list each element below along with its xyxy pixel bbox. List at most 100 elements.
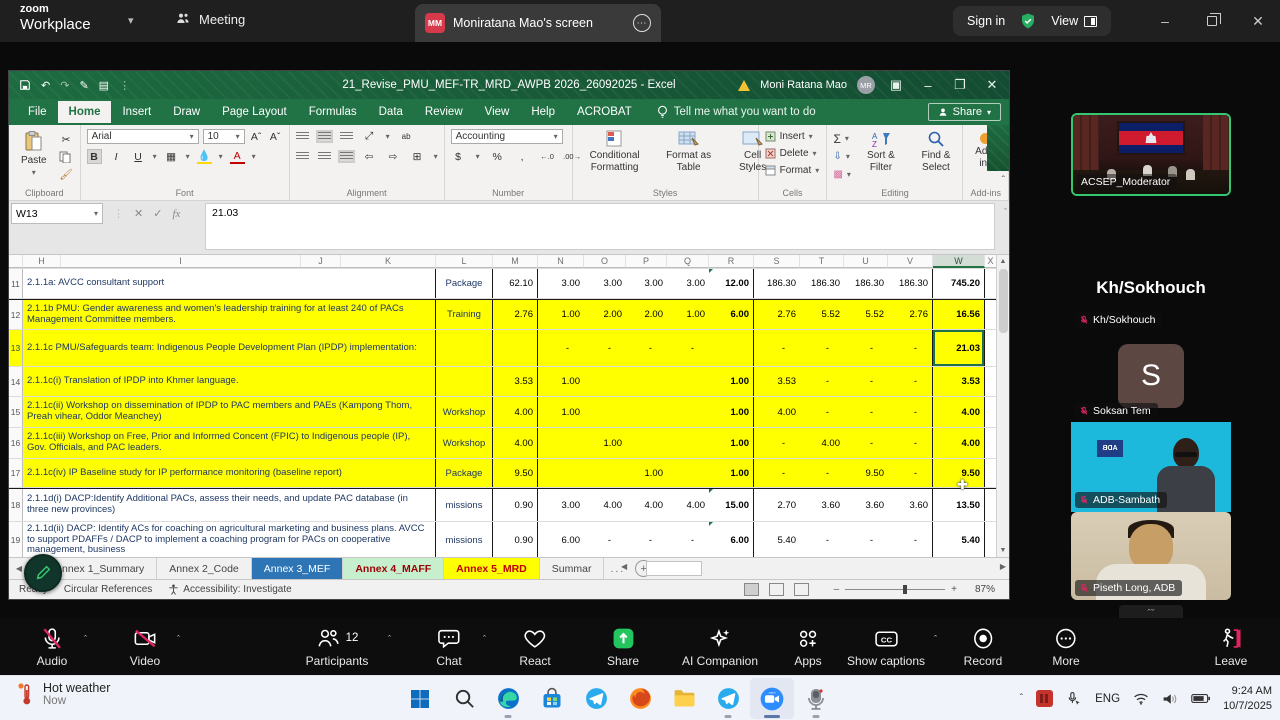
cell-C318[interactable]: 4.00: [626, 489, 667, 521]
cell-C416[interactable]: [667, 428, 709, 458]
cell-W13[interactable]: 21.03: [933, 330, 985, 366]
cell-V18[interactable]: 3.60: [888, 489, 933, 521]
volume-icon[interactable]: [1162, 692, 1178, 706]
cell-UNIT14[interactable]: [436, 367, 493, 396]
align-left-icon[interactable]: [296, 152, 309, 161]
cell-C112[interactable]: 1.00: [538, 300, 584, 329]
cell-S16[interactable]: -: [754, 428, 800, 458]
cell-desc-18[interactable]: 2.1.1d(i) DACP:Identify Additional PACs,…: [23, 489, 436, 521]
cell-C118[interactable]: 3.00: [538, 489, 584, 521]
row-header-18[interactable]: 18: [9, 489, 23, 521]
align-middle-icon[interactable]: [318, 132, 331, 141]
column-header-R[interactable]: R: [709, 255, 754, 268]
tell-me-box[interactable]: Tell me what you want to do: [657, 105, 816, 119]
wifi-icon[interactable]: [1133, 692, 1149, 705]
cell-T18[interactable]: 3.60: [800, 489, 844, 521]
cell-desc-17[interactable]: 2.1.1c(iv) IP Baseline study for IP perf…: [23, 459, 436, 487]
formula-bar-collapse-icon[interactable]: ˆ: [1004, 207, 1007, 217]
row-header-13[interactable]: 13: [9, 330, 23, 366]
column-header-J[interactable]: J: [301, 255, 341, 268]
cell-C417[interactable]: [667, 459, 709, 487]
scroll-down-icon[interactable]: ▼: [997, 544, 1009, 557]
taskbar-icon-search[interactable]: [442, 678, 486, 719]
page-break-view-icon[interactable]: [794, 583, 809, 596]
row-header-11[interactable]: 11: [9, 269, 23, 298]
column-header-P[interactable]: P: [626, 255, 667, 268]
cell-M16[interactable]: 4.00: [493, 428, 538, 458]
column-header-W[interactable]: W: [933, 255, 985, 268]
column-header-N[interactable]: N: [538, 255, 584, 268]
cut-icon[interactable]: ✂: [59, 132, 74, 147]
formula-input[interactable]: 21.03: [205, 203, 995, 250]
number-format-select[interactable]: Accounting▾: [451, 129, 563, 144]
cell-C119[interactable]: 6.00: [538, 522, 584, 557]
cell-S15[interactable]: 4.00: [754, 397, 800, 427]
menu-tab-formulas[interactable]: Formulas: [298, 101, 368, 123]
insert-cells-button[interactable]: Insert▾: [765, 129, 813, 144]
cell-R11[interactable]: 12.00: [709, 269, 754, 298]
video-chevron-icon[interactable]: ˆ: [177, 634, 180, 644]
menu-tab-review[interactable]: Review: [414, 101, 474, 123]
cell-C411[interactable]: 3.00: [667, 269, 709, 298]
cell-C116[interactable]: [538, 428, 584, 458]
vertical-scrollbar[interactable]: ▲ ▼: [996, 255, 1009, 557]
language-indicator[interactable]: ENG: [1095, 693, 1120, 705]
cell-R14[interactable]: 1.00: [709, 367, 754, 396]
format-painter-icon[interactable]: 🖌: [59, 167, 74, 182]
status-accessibility[interactable]: Accessibility: Investigate: [168, 584, 291, 595]
column-header-M[interactable]: M: [493, 255, 538, 268]
row-header-17[interactable]: 17: [9, 459, 23, 487]
horizontal-scrollbar[interactable]: [646, 561, 702, 576]
cell-U17[interactable]: 9.50: [844, 459, 888, 487]
format-cells-button[interactable]: Format▾: [765, 163, 820, 178]
cell-R12[interactable]: 6.00: [709, 300, 754, 329]
font-color-icon[interactable]: A: [230, 149, 245, 164]
cell-U16[interactable]: -: [844, 428, 888, 458]
cell-C114[interactable]: 1.00: [538, 367, 584, 396]
cell-T16[interactable]: 4.00: [800, 428, 844, 458]
copy-icon[interactable]: [59, 151, 71, 163]
sign-in-button[interactable]: Sign in: [967, 14, 1005, 28]
cell-S11[interactable]: 186.30: [754, 269, 800, 298]
taskbar-icon-voice-recorder[interactable]: [794, 678, 838, 719]
select-all-corner[interactable]: [9, 255, 23, 268]
cell-V16[interactable]: -: [888, 428, 933, 458]
increase-indent-icon[interactable]: ⇨: [386, 149, 401, 164]
cell-C319[interactable]: -: [626, 522, 667, 557]
cell-C212[interactable]: 2.00: [584, 300, 626, 329]
sheet-tab-annex-2-code[interactable]: Annex 2_Code: [157, 558, 251, 579]
tray-mic-icon[interactable]: [1066, 691, 1082, 707]
cell-M17[interactable]: 9.50: [493, 459, 538, 487]
decrease-indent-icon[interactable]: ⇦: [362, 149, 377, 164]
scrollbar-thumb[interactable]: [999, 269, 1008, 333]
cell-V19[interactable]: -: [888, 522, 933, 557]
cell-T15[interactable]: -: [800, 397, 844, 427]
audio-button[interactable]: Audio: [37, 625, 68, 668]
column-header-Q[interactable]: Q: [667, 255, 709, 268]
security-shield-icon[interactable]: [1019, 12, 1037, 30]
column-header-T[interactable]: T: [800, 255, 844, 268]
leave-button[interactable]: Leave: [1215, 625, 1248, 668]
cell-T11[interactable]: 186.30: [800, 269, 844, 298]
borders-icon[interactable]: ▦: [164, 149, 179, 164]
cell-C115[interactable]: 1.00: [538, 397, 584, 427]
enter-icon[interactable]: ✓: [153, 207, 162, 220]
cell-C314[interactable]: [626, 367, 667, 396]
cell-U15[interactable]: -: [844, 397, 888, 427]
menu-tab-draw[interactable]: Draw: [162, 101, 211, 123]
zoom-percentage[interactable]: 87%: [975, 584, 995, 595]
column-header-O[interactable]: O: [584, 255, 626, 268]
cell-M19[interactable]: 0.90: [493, 522, 538, 557]
view-button[interactable]: View: [1051, 14, 1097, 28]
tab-screen-share[interactable]: MM Moniratana Mao's screen ⋯: [415, 4, 661, 42]
sheet-tab-annex-4-maff[interactable]: Annex 4_MAFF: [343, 558, 444, 579]
cell-C217[interactable]: [584, 459, 626, 487]
react-button[interactable]: React: [519, 625, 550, 668]
cell-V14[interactable]: -: [888, 367, 933, 396]
fill-color-icon[interactable]: 💧: [197, 149, 212, 164]
menu-tab-file[interactable]: File: [17, 101, 58, 123]
cell-C211[interactable]: 3.00: [584, 269, 626, 298]
clear-button[interactable]: ▩▾: [833, 167, 850, 182]
cell-C219[interactable]: -: [584, 522, 626, 557]
comma-icon[interactable]: ,: [515, 149, 530, 164]
